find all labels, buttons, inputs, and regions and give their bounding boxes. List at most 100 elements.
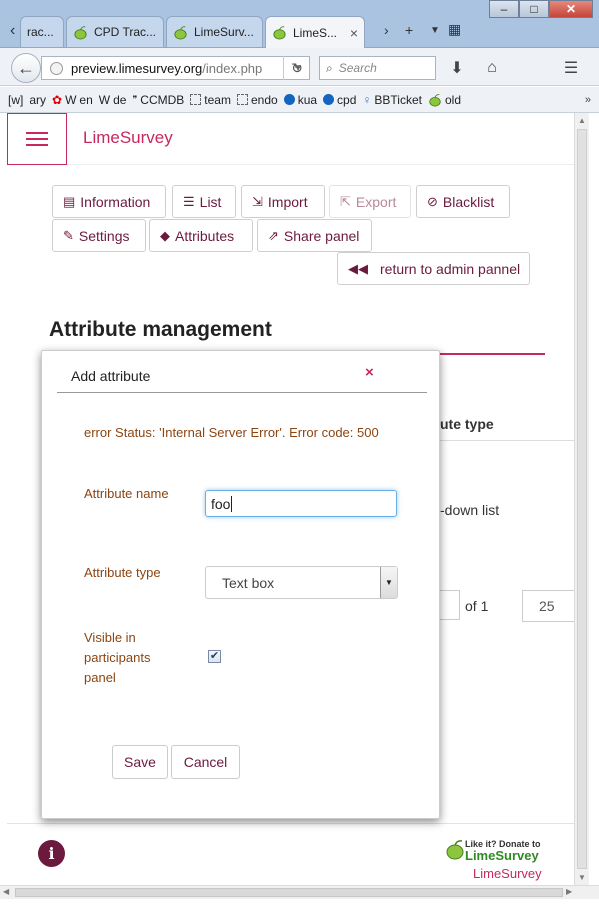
lime-icon — [74, 25, 87, 40]
table-column-header[interactable]: ute type — [440, 416, 494, 432]
tab-list-icon[interactable]: ▼ — [430, 25, 440, 36]
minimize-icon[interactable]: – — [489, 0, 519, 18]
chevron-down-icon[interactable]: ▼ — [380, 567, 397, 598]
bookmark-team[interactable]: team — [190, 93, 231, 107]
url-bar[interactable]: preview.limesurvey.org/index.php ▼ — [41, 56, 310, 80]
tab-groups-icon[interactable]: ▦ — [448, 21, 461, 38]
bookmark-endo[interactable]: endo — [236, 93, 278, 107]
blue-dot-icon — [323, 94, 335, 105]
attribute-type-label: Attribute type — [84, 565, 161, 580]
search-input[interactable]: ⌕ Search — [319, 56, 436, 80]
back-arrow-icon[interactable]: ← — [11, 53, 41, 83]
search-icon: ⌕ — [326, 60, 333, 75]
share-icon: ⇗ — [268, 227, 279, 243]
export-icon: ⇱ — [340, 193, 351, 209]
attributes-button[interactable]: ◆ Attributes — [149, 219, 253, 252]
hamburger-menu-icon[interactable] — [7, 113, 67, 165]
url-domain: preview.limesurvey.org — [71, 60, 203, 76]
bookmark-en[interactable]: ✿ Wen — [52, 93, 93, 107]
scrollbar-thumb[interactable] — [15, 888, 563, 897]
donate-brand: LimeSurvey — [465, 848, 539, 863]
lime-icon — [273, 26, 286, 40]
tab-scroll-right-icon[interactable]: › — [384, 22, 389, 38]
list-alt-icon: ▤ — [63, 193, 76, 209]
new-tab-icon[interactable]: + — [405, 22, 413, 38]
horizontal-scrollbar[interactable]: ◀ ▶ — [0, 885, 599, 899]
tag-icon: ◆ — [160, 227, 170, 243]
settings-button[interactable]: ✎ Settings — [52, 219, 146, 252]
bookmarks-overflow-icon[interactable]: » — [585, 94, 591, 106]
brand-title[interactable]: LimeSurvey — [83, 128, 173, 148]
browser-navbar: ← preview.limesurvey.org/index.php ▼ ↻ ⌕… — [0, 48, 599, 86]
return-admin-button[interactable]: ◀◀ return to admin pannel — [337, 252, 530, 285]
tab-close-icon[interactable]: × — [344, 25, 358, 41]
dialog-title: Add attribute — [71, 368, 151, 384]
vertical-scrollbar[interactable]: ▲ ▼ — [574, 113, 589, 885]
text-cursor — [231, 496, 233, 512]
blue-dot-icon — [283, 94, 295, 105]
reload-icon[interactable]: ↻ — [283, 56, 310, 80]
error-message: error Status: 'Internal Server Error'. E… — [84, 425, 379, 440]
info-icon[interactable]: i — [38, 840, 65, 867]
search-placeholder: Search — [338, 61, 377, 75]
tab-scroll-left-icon[interactable]: ‹ — [10, 22, 15, 40]
browser-tab-3[interactable]: LimeSurv... — [166, 16, 263, 47]
checkmark-icon: ✔ — [209, 650, 220, 662]
bookmark-ary[interactable]: ary — [29, 93, 46, 107]
blacklist-button[interactable]: ⊘ Blacklist — [416, 185, 510, 218]
scroll-down-icon[interactable]: ▼ — [578, 873, 586, 882]
attribute-name-input[interactable]: foo — [205, 490, 397, 517]
wikipedia-icon: W — [65, 92, 77, 107]
share-panel-button[interactable]: ⇗ Share panel — [257, 219, 372, 252]
wrench-icon: ✎ — [63, 227, 74, 243]
list-button[interactable]: ☰ List — [172, 185, 236, 218]
maximize-icon[interactable]: □ — [519, 0, 549, 18]
scroll-left-icon[interactable]: ◀ — [3, 887, 9, 896]
visible-checkbox[interactable]: ✔ — [208, 650, 221, 663]
browser-tab-active[interactable]: LimeS... × — [265, 16, 365, 48]
cancel-button[interactable]: Cancel — [171, 745, 240, 779]
scroll-up-icon[interactable]: ▲ — [578, 116, 586, 125]
scroll-right-icon[interactable]: ▶ — [566, 887, 572, 896]
page-number-input[interactable] — [440, 590, 460, 620]
app-topbar: LimeSurvey — [7, 113, 574, 165]
lime-icon — [446, 840, 464, 860]
url-path: /index.php — [202, 60, 263, 76]
bookmark-prefix[interactable]: [w] — [8, 93, 23, 107]
attribute-type-select[interactable]: Text box ▼ — [205, 566, 398, 599]
information-button[interactable]: ▤ Information — [52, 185, 166, 218]
ribbon-icon: ♀ — [362, 92, 372, 107]
tab-label: rac... — [27, 25, 54, 39]
close-icon[interactable]: × — [365, 364, 374, 381]
page-size-select[interactable]: 25 — [522, 590, 580, 622]
footer-brand-link[interactable]: LimeSurvey — [473, 866, 542, 881]
browser-tab-1[interactable]: rac... — [20, 16, 64, 47]
donate-logo[interactable]: Like it? Donate to LimeSurvey — [443, 835, 553, 865]
download-icon[interactable]: ⬇ — [444, 56, 470, 80]
page-title: Attribute management — [49, 318, 272, 341]
window-close-icon[interactable]: ✕ — [549, 0, 593, 18]
bookmark-kua[interactable]: kua — [283, 93, 317, 107]
export-button[interactable]: ⇱ Export — [329, 185, 411, 218]
menu-icon[interactable]: ☰ — [558, 56, 584, 80]
footer-divider — [7, 823, 574, 824]
list-icon: ☰ — [183, 193, 195, 209]
bookmark-cpd[interactable]: cpd — [323, 93, 356, 107]
tab-label: LimeS... — [293, 25, 338, 40]
import-icon: ⇲ — [252, 193, 263, 209]
bookmark-ccmdb[interactable]: ❞ CCMDB — [132, 93, 184, 107]
fast-backward-icon: ◀◀ — [348, 260, 368, 276]
import-button[interactable]: ⇲ Import — [241, 185, 325, 218]
wikipedia-icon: W — [98, 92, 111, 107]
home-icon[interactable]: ⌂ — [479, 56, 505, 80]
browser-tab-2[interactable]: CPD Trac... — [66, 16, 164, 47]
bookmark-de[interactable]: Wde — [99, 93, 127, 107]
lime-icon — [174, 25, 187, 40]
table-cell: -down list — [440, 502, 500, 518]
save-button[interactable]: Save — [112, 745, 168, 779]
bookmark-old[interactable]: old — [428, 93, 461, 107]
bookmark-bbticket[interactable]: ♀ BBTicket — [362, 93, 422, 107]
lime-icon — [429, 93, 441, 107]
attribute-name-label: Attribute name — [84, 486, 169, 501]
scrollbar-thumb[interactable] — [577, 129, 587, 869]
